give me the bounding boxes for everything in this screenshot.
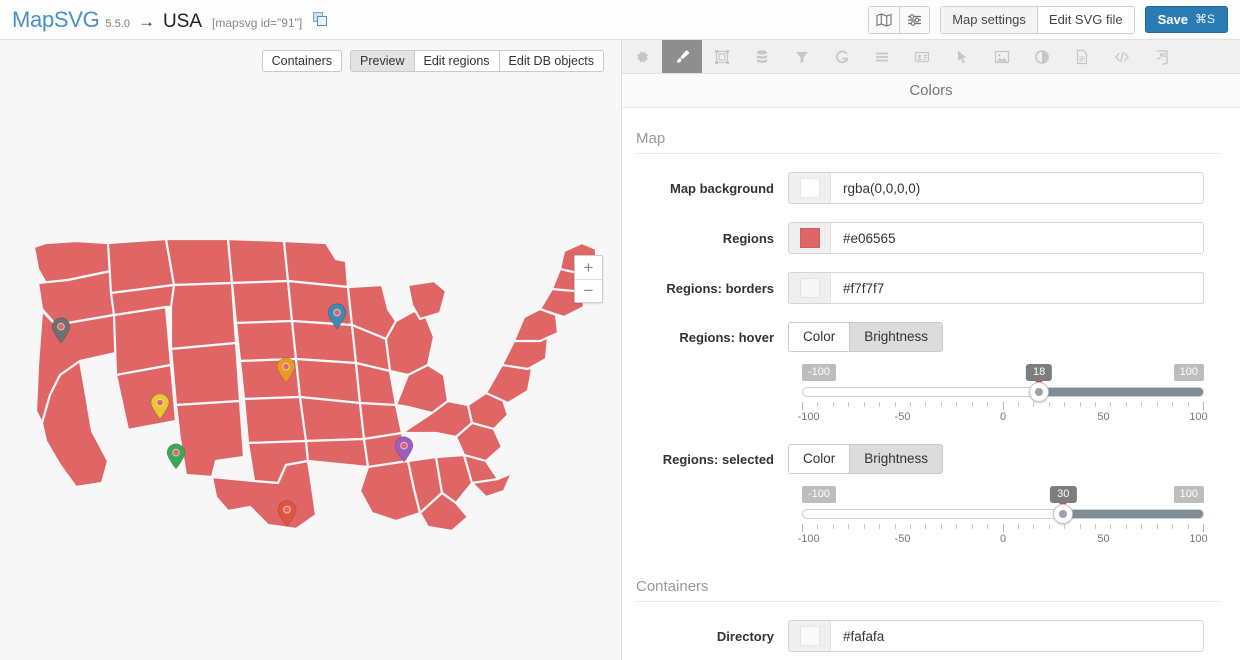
swatch-cell-directory[interactable] <box>789 621 831 651</box>
slider-min-label: -100 <box>802 486 837 503</box>
contrast-icon[interactable] <box>1022 40 1062 73</box>
slider-max-label: 100 <box>1173 364 1204 381</box>
slider-value-bubble: 18 <box>1026 364 1053 381</box>
label-regions-borders: Regions: borders <box>666 280 774 296</box>
page-title: USA <box>162 10 203 32</box>
top-bar-actions: Map settings Edit SVG file Save ⌘S <box>868 5 1228 34</box>
section-heading-map: Map <box>636 130 1220 154</box>
tool-icon-bar <box>622 40 1240 74</box>
slider-handle[interactable] <box>1029 382 1050 402</box>
color-input-directory[interactable]: #fafafa <box>788 620 1204 652</box>
map-canvas[interactable]: + − <box>0 40 620 660</box>
map-icon[interactable] <box>869 6 900 33</box>
slider-ticks <box>802 524 1204 532</box>
section-heading-containers: Containers <box>636 578 1220 602</box>
toggle-selected-brightness[interactable]: Brightness <box>849 445 943 473</box>
save-shortcut-label: ⌘S <box>1194 12 1215 26</box>
google-icon[interactable] <box>822 40 862 73</box>
database-icon[interactable] <box>742 40 782 73</box>
save-button[interactable]: Save ⌘S <box>1144 6 1228 33</box>
cursor-icon[interactable] <box>942 40 982 73</box>
field-directory: Directory #fafafa <box>636 620 1204 652</box>
color-input-map-background[interactable]: rgba(0,0,0,0) <box>788 172 1204 204</box>
zoom-in-button[interactable]: + <box>575 256 602 279</box>
slider-value-bubble: 30 <box>1050 486 1077 503</box>
slider-min-label: -100 <box>802 364 837 381</box>
slider-max-label: 100 <box>1173 486 1204 503</box>
color-value-regions-borders[interactable]: #f7f7f7 <box>831 273 1203 303</box>
toggle-group-regions-selected: Color Brightness <box>788 444 944 474</box>
slider-handle[interactable] <box>1053 504 1074 524</box>
map-preview-panel: Containers Preview Edit regions Edit DB … <box>0 40 620 660</box>
slider-track[interactable] <box>802 387 1204 397</box>
field-regions-borders: Regions: borders #f7f7f7 <box>636 272 1204 304</box>
css-icon[interactable] <box>1142 40 1182 73</box>
slider-track[interactable] <box>802 509 1204 519</box>
copy-icon[interactable] <box>313 12 328 27</box>
color-swatch <box>799 626 820 646</box>
map-zoom-controls: + − <box>574 255 603 303</box>
transform-icon[interactable] <box>702 40 742 73</box>
field-regions-selected: Regions: selected Color Brightness <box>636 444 1204 474</box>
color-value-map-background[interactable]: rgba(0,0,0,0) <box>831 173 1203 203</box>
gear-icon[interactable] <box>622 40 662 73</box>
label-regions-hover: Regions: hover <box>679 329 774 345</box>
toggle-group-regions-hover: Color Brightness <box>788 322 944 352</box>
brand-name[interactable]: MapSVG <box>12 7 100 33</box>
color-value-directory[interactable]: #fafafa <box>831 621 1203 651</box>
field-regions: Regions #e06565 <box>636 222 1204 254</box>
panel-title: Colors <box>622 74 1240 108</box>
image-icon[interactable] <box>982 40 1022 73</box>
slider-regions-selected[interactable]: -100 100 30 -100 -50 0 50 100 <box>797 486 1208 548</box>
field-regions-hover: Regions: hover Color Brightness <box>636 322 1204 352</box>
label-regions: Regions <box>722 230 774 246</box>
save-button-label: Save <box>1157 12 1188 27</box>
view-mode-icon-group <box>868 5 931 34</box>
swatch-cell-regions[interactable] <box>789 223 831 253</box>
breadcrumb: MapSVG 5.5.0 → USA [mapsvg id="91"] <box>12 7 328 33</box>
field-map-background: Map background rgba(0,0,0,0) <box>636 172 1204 204</box>
top-bar: MapSVG 5.5.0 → USA [mapsvg id="91"] Map … <box>0 0 1240 40</box>
color-input-regions[interactable]: #e06565 <box>788 222 1204 254</box>
color-value-regions[interactable]: #e06565 <box>831 223 1203 253</box>
brand-version: 5.5.0 <box>105 17 130 30</box>
slider-ticks <box>802 402 1204 410</box>
swatch-cell-regions-borders[interactable] <box>789 273 831 303</box>
breadcrumb-arrow-icon: → <box>137 11 155 31</box>
shortcode-text: [mapsvg id="91"] <box>212 15 303 30</box>
toggle-hover-color[interactable]: Color <box>789 323 850 351</box>
toggle-hover-brightness[interactable]: Brightness <box>849 323 943 351</box>
zoom-out-button[interactable]: − <box>575 279 602 302</box>
settings-panel: Colors Map Map background rgba(0,0,0,0) … <box>621 40 1240 660</box>
document-icon[interactable] <box>1062 40 1102 73</box>
paintbrush-icon[interactable] <box>662 40 702 73</box>
card-icon[interactable] <box>902 40 942 73</box>
tab-edit-svg-file[interactable]: Edit SVG file <box>1036 6 1134 33</box>
color-swatch <box>799 178 820 198</box>
slider-regions-hover[interactable]: -100 100 18 -100 -50 0 50 100 <box>797 364 1208 426</box>
color-input-regions-borders[interactable]: #f7f7f7 <box>788 272 1204 304</box>
toggle-selected-color[interactable]: Color <box>789 445 850 473</box>
swatch-cell-map-background[interactable] <box>789 173 831 203</box>
label-directory: Directory <box>716 628 774 644</box>
settings-segment-group: Map settings Edit SVG file <box>940 5 1135 34</box>
color-swatch <box>799 278 820 298</box>
code-icon[interactable] <box>1102 40 1142 73</box>
label-regions-selected: Regions: selected <box>662 451 774 467</box>
usa-map-svg[interactable] <box>16 225 606 545</box>
menu-icon[interactable] <box>862 40 902 73</box>
label-map-background: Map background <box>669 180 774 196</box>
slider-tick-labels: -100 -50 0 50 100 <box>797 411 1208 423</box>
mapsvg-app: MapSVG 5.5.0 → USA [mapsvg id="91"] Map … <box>0 0 1240 660</box>
slider-tick-labels: -100 -50 0 50 100 <box>797 533 1208 545</box>
color-swatch <box>799 228 820 248</box>
filter-icon[interactable] <box>782 40 822 73</box>
tab-map-settings[interactable]: Map settings <box>941 6 1037 33</box>
sliders-icon[interactable] <box>899 6 930 33</box>
